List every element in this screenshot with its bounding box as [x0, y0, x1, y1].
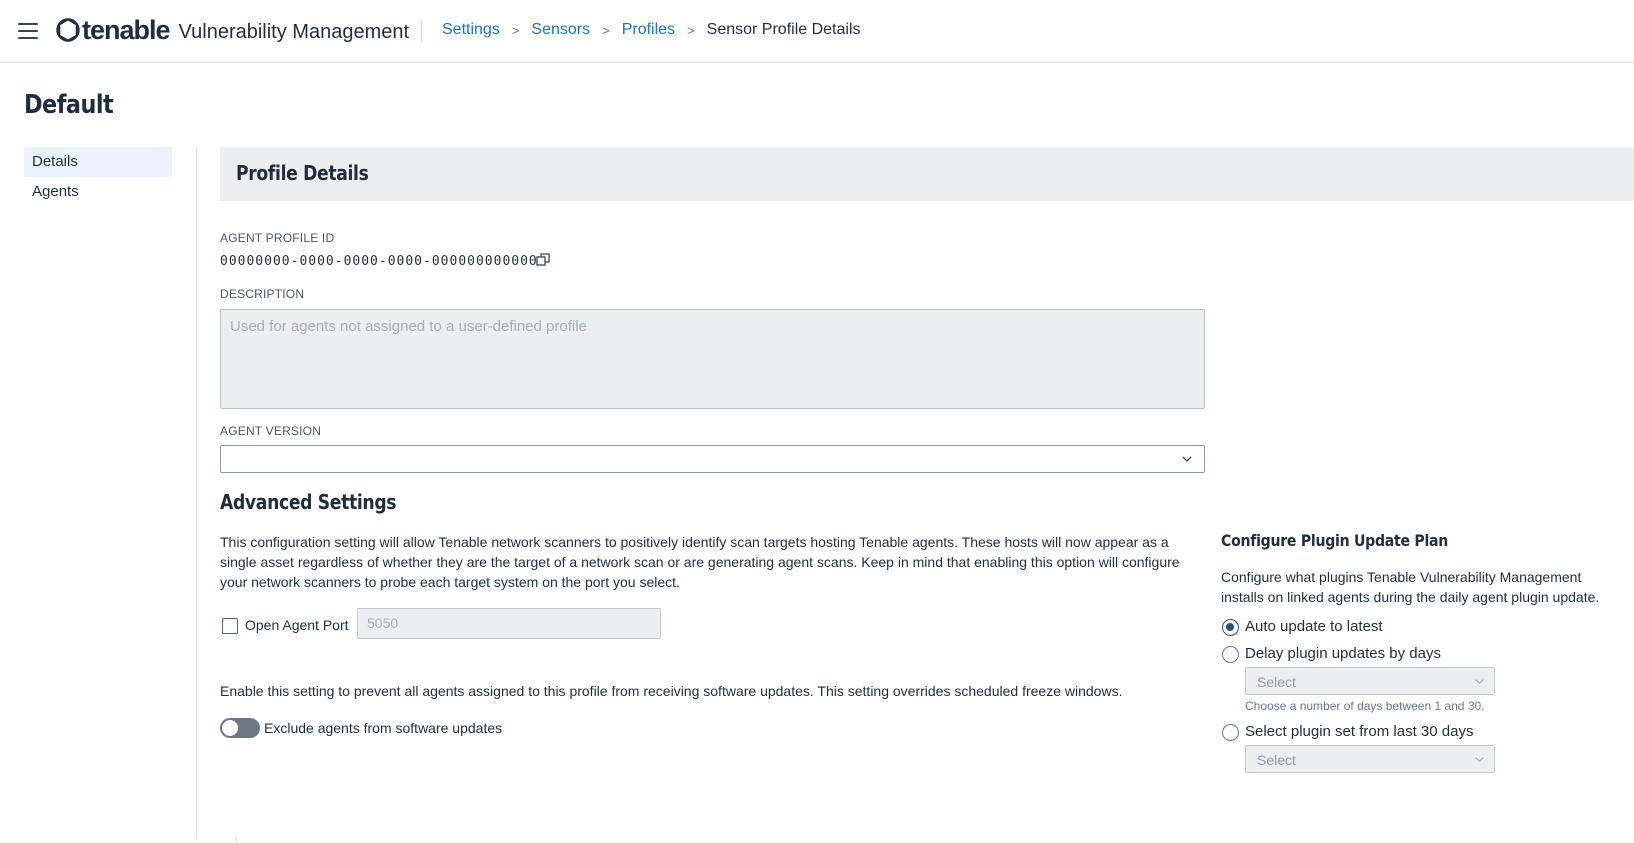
plugin-plan-description: Configure what plugins Tenable Vulnerabi…	[1221, 569, 1600, 605]
delay-days-select-value: Select	[1257, 674, 1296, 690]
delay-days-hint: Choose a number of days between 1 and 30…	[1245, 699, 1485, 713]
breadcrumb-separator: >	[687, 22, 695, 38]
breadcrumb-separator: >	[602, 22, 610, 38]
exclude-updates-label: Exclude agents from software updates	[264, 720, 503, 736]
breadcrumb-sensors[interactable]: Sensors	[531, 21, 590, 39]
agent-profile-id-value: 00000000-0000-0000-0000-000000000000	[220, 254, 538, 269]
breadcrumb: Settings > Sensors > Profiles > Sensor P…	[442, 21, 861, 39]
profile-details-header: Profile Details	[220, 147, 1634, 201]
plugin-set-select-value: Select	[1257, 752, 1296, 768]
toggle-knob	[222, 720, 238, 736]
plugin-set-select[interactable]: Select	[1245, 745, 1495, 773]
radio-auto-update-label[interactable]: Auto update to latest	[1245, 618, 1383, 635]
sidenav-item-details[interactable]: Details	[24, 147, 172, 177]
sidenav-item-agents[interactable]: Agents	[24, 177, 172, 207]
divider-tick	[236, 836, 237, 843]
exclude-updates-description: Enable this setting to prevent all agent…	[220, 683, 1123, 699]
breadcrumb-profiles[interactable]: Profiles	[622, 21, 675, 39]
agent-port-input[interactable]: 5050	[357, 608, 661, 639]
radio-delay-updates[interactable]	[1222, 646, 1239, 663]
tenable-logo[interactable]: tenable Vulnerability Management	[55, 14, 409, 46]
radio-auto-update[interactable]	[1222, 619, 1239, 636]
open-agent-port-label[interactable]: Open Agent Port	[245, 617, 349, 633]
radio-plugin-set-label[interactable]: Select plugin set from last 30 days	[1245, 723, 1473, 740]
page-title: Default	[24, 90, 114, 120]
chevron-down-icon	[1475, 757, 1484, 763]
vertical-divider	[196, 147, 197, 839]
description-label: DESCRIPTION	[220, 287, 305, 301]
brand-name: tenable	[82, 14, 171, 45]
radio-plugin-set[interactable]	[1222, 724, 1239, 741]
chevron-down-icon	[1182, 456, 1192, 462]
open-agent-port-checkbox[interactable]	[222, 618, 238, 634]
side-nav: Details Agents	[24, 147, 172, 207]
exclude-updates-toggle[interactable]	[220, 718, 260, 738]
agent-version-select[interactable]	[220, 445, 1205, 473]
header-divider	[421, 20, 422, 42]
breadcrumb-current: Sensor Profile Details	[706, 21, 861, 38]
agent-profile-id-label: AGENT PROFILE ID	[220, 231, 335, 245]
tenable-logo-mark-icon	[56, 18, 80, 42]
copy-icon[interactable]	[536, 253, 550, 267]
chevron-down-icon	[1475, 679, 1484, 685]
plugin-plan-title: Configure Plugin Update Plan	[1221, 531, 1449, 550]
top-bar: tenable Vulnerability Management Setting…	[0, 0, 1634, 63]
breadcrumb-separator: >	[511, 22, 520, 38]
radio-delay-updates-label[interactable]: Delay plugin updates by days	[1245, 645, 1441, 662]
product-name: Vulnerability Management	[178, 21, 410, 43]
breadcrumb-settings[interactable]: Settings	[442, 21, 500, 39]
menu-icon[interactable]	[18, 23, 38, 39]
agent-version-label: AGENT VERSION	[220, 424, 322, 438]
advanced-settings-description: This configuration setting will allow Te…	[220, 534, 1180, 590]
delay-days-select[interactable]: Select	[1245, 667, 1495, 695]
profile-details-title: Profile Details	[236, 161, 369, 185]
description-textarea[interactable]: Used for agents not assigned to a user-d…	[220, 309, 1205, 409]
advanced-settings-title: Advanced Settings	[220, 490, 397, 514]
